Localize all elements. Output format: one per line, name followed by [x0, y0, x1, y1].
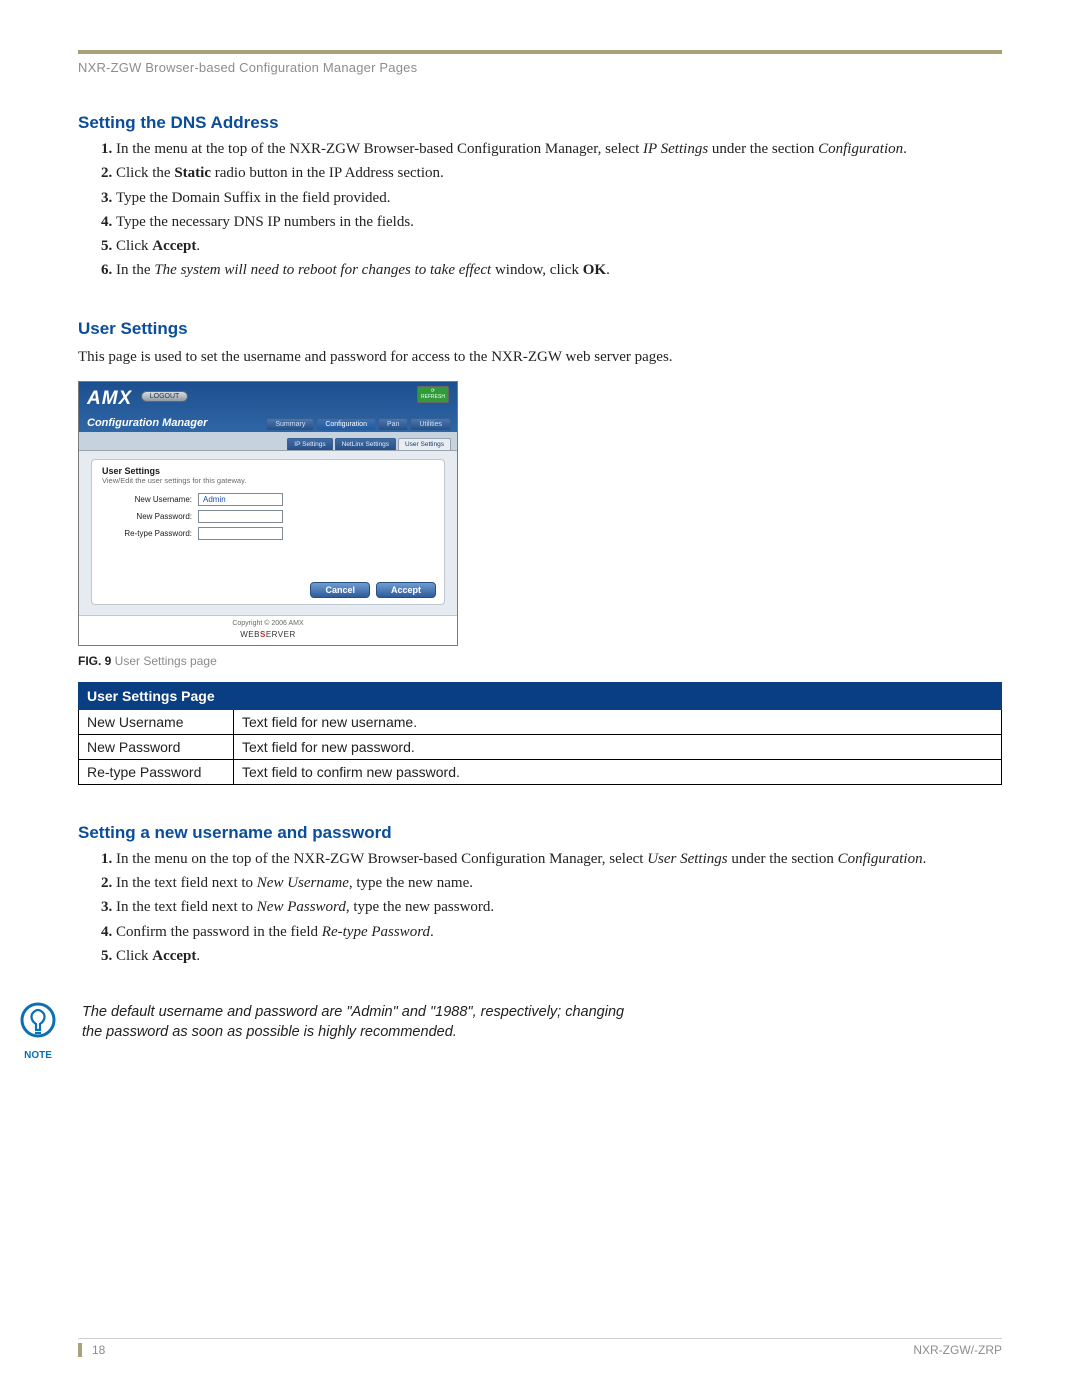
subtab-user-settings[interactable]: User Settings [398, 438, 451, 450]
table-row: New PasswordText field for new password. [79, 734, 1002, 759]
table-row: New UsernameText field for new username. [79, 709, 1002, 734]
heading-user-settings: User Settings [78, 319, 1002, 339]
input-new-password[interactable] [198, 510, 283, 523]
tab-summary[interactable]: Summary [266, 418, 314, 430]
figure-caption: FIG. 9 User Settings page [78, 654, 1002, 668]
panel-subtitle: View/Edit the user settings for this gat… [102, 476, 434, 485]
subtab-ip-settings[interactable]: IP Settings [287, 438, 332, 450]
page-footer: 18 NXR-ZGW/-ZRP [78, 1338, 1002, 1357]
heading-dns: Setting the DNS Address [78, 113, 1002, 133]
doc-id: NXR-ZGW/-ZRP [913, 1343, 1002, 1357]
label-retype-password: Re-type Password: [102, 529, 192, 538]
logout-button[interactable]: LOGOUT [141, 391, 189, 402]
figure-user-settings: AMX LOGOUT ⟳REFRESH Configuration Manage… [78, 381, 1002, 646]
tab-utilities[interactable]: Utilities [410, 418, 451, 430]
label-new-username: New Username: [102, 495, 192, 504]
tab-configuration[interactable]: Configuration [316, 418, 376, 430]
new-unpw-steps: In the menu on the top of the NXR-ZGW Br… [78, 849, 1002, 966]
table-row: Re-type PasswordText field to confirm ne… [79, 759, 1002, 784]
tab-pan[interactable]: Pan [378, 418, 408, 430]
running-head: NXR-ZGW Browser-based Configuration Mana… [78, 60, 1002, 75]
heading-new-unpw: Setting a new username and password [78, 823, 1002, 843]
table-header: User Settings Page [79, 682, 1002, 709]
cancel-button[interactable]: Cancel [310, 582, 370, 598]
webserver-badge: WEBSERVER [240, 630, 296, 639]
user-settings-intro: This page is used to set the username an… [78, 347, 1002, 367]
amx-logo: AMX [87, 388, 132, 409]
user-settings-table: User Settings Page New UsernameText fiel… [78, 682, 1002, 785]
subtab-netlinx-settings[interactable]: NetLinx Settings [335, 438, 396, 450]
accept-button[interactable]: Accept [376, 582, 436, 598]
copyright: Copyright © 2006 AMX [79, 620, 457, 627]
panel-title: User Settings [102, 466, 434, 476]
page-number: 18 [78, 1343, 105, 1357]
input-retype-password[interactable] [198, 527, 283, 540]
cm-title: Configuration Manager [87, 417, 207, 429]
note-text: The default username and password are "A… [82, 1002, 642, 1043]
dns-steps: In the menu at the top of the NXR-ZGW Br… [78, 139, 1002, 281]
note-icon: NOTE [16, 1002, 60, 1061]
refresh-button[interactable]: ⟳REFRESH [417, 386, 449, 403]
input-new-username[interactable] [198, 493, 283, 506]
label-new-password: New Password: [102, 512, 192, 521]
